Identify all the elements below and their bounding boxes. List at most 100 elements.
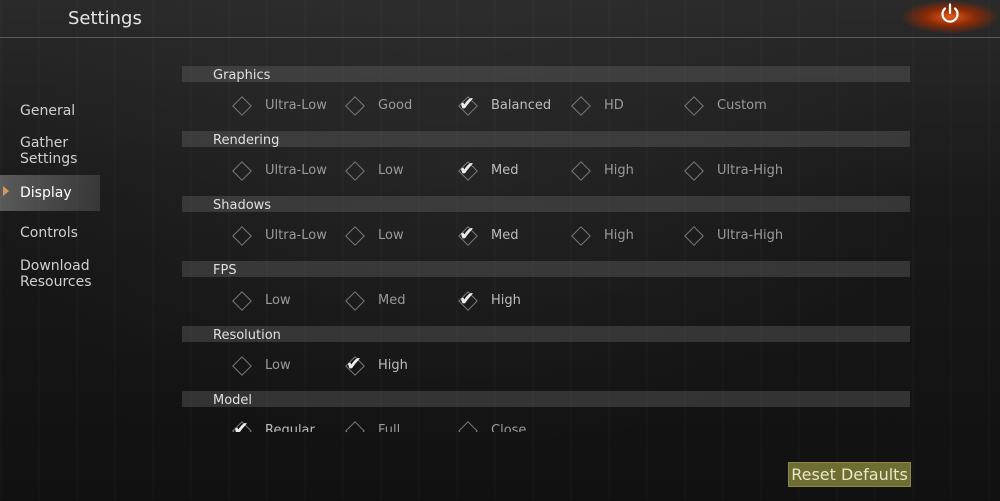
section-resolution: Resolution Low ✔ High [182,326,910,391]
reset-defaults-button[interactable]: Reset Defaults [788,462,911,487]
section-model: Model ✔ Regular Full Close [182,391,910,432]
section-header: Model [182,391,910,408]
diamond-radio-icon [232,226,252,246]
sidebar-item-display[interactable]: Display [0,175,100,211]
checkmark-icon: ✔ [459,223,475,245]
diamond-radio-icon [232,161,252,181]
option-ultra-high[interactable]: Ultra-High [684,161,790,182]
option-high[interactable]: High [571,161,677,182]
diamond-radio-icon [458,421,478,432]
diamond-radio-icon [232,96,252,116]
section-title: Model [213,393,253,408]
settings-panel: Graphics Ultra-Low Good ✔ Balanced HD Custom Re… [182,66,910,432]
option-label: High [378,358,408,373]
option-custom[interactable]: Custom [684,96,790,117]
option-high[interactable]: ✔ High [345,353,451,377]
option-label: Close [491,423,527,432]
option-ultra-low[interactable]: Ultra-Low [232,226,338,247]
section-header: FPS [182,261,910,278]
diamond-radio-icon [571,96,591,116]
option-regular[interactable]: ✔ Regular [232,418,338,432]
sidebar-item-download-resources[interactable]: Download Resources [0,258,100,290]
sidebar-item-label-text: Download Resources [20,258,92,290]
sidebar-item-label: General [20,103,76,119]
option-label: Ultra-High [717,163,784,178]
sidebar-item-controls[interactable]: Controls [0,225,100,241]
power-icon [941,3,959,23]
section-header: Resolution [182,326,910,343]
option-ultra-low[interactable]: Ultra-Low [232,96,338,117]
option-low[interactable]: Low [345,161,451,182]
option-label: HD [604,98,624,113]
section-title: Resolution [213,328,281,343]
option-balanced[interactable]: ✔ Balanced [458,93,564,117]
option-low[interactable]: Low [232,291,338,312]
option-label: Good [378,98,413,113]
checkmark-icon: ✔ [459,158,475,180]
section-header: Graphics [182,66,910,83]
section-title: Graphics [213,68,271,83]
option-label: Ultra-Low [265,98,327,113]
option-ultra-low[interactable]: Ultra-Low [232,161,338,182]
option-low[interactable]: Low [345,226,451,247]
diamond-radio-icon [684,161,704,181]
section-graphics: Graphics Ultra-Low Good ✔ Balanced HD Custom [182,66,910,131]
section-title: Shadows [213,198,272,213]
option-label: Full [378,423,401,432]
option-label: High [604,228,634,243]
sidebar-item-label: Gather Settings [20,135,77,167]
option-label: Low [265,358,291,373]
option-label: Med [491,228,519,243]
option-med[interactable]: ✔ Med [458,158,564,182]
checkmark-icon: ✔ [233,418,249,432]
option-high[interactable]: ✔ High [458,288,564,312]
option-label: Ultra-Low [265,228,327,243]
diamond-radio-icon [345,226,365,246]
diamond-radio-icon [345,161,365,181]
section-fps: FPS Low Med ✔ High [182,261,910,326]
option-label: Low [378,228,404,243]
option-hd[interactable]: HD [571,96,677,117]
option-label: Balanced [491,98,552,113]
sidebar-item-gather-settings[interactable]: Gather Settings [0,135,100,167]
section-header: Rendering [182,131,910,148]
option-label: Low [265,293,291,308]
diamond-radio-icon [684,96,704,116]
header-bar: Settings [0,0,1000,38]
section-header: Shadows [182,196,910,213]
page-title: Settings [68,8,142,29]
diamond-radio-icon [684,226,704,246]
option-label: Ultra-High [717,228,784,243]
active-arrow-icon [3,186,9,196]
option-low[interactable]: Low [232,356,338,377]
sidebar-item-general[interactable]: General [0,103,100,119]
diamond-radio-icon [345,96,365,116]
option-high[interactable]: High [571,226,677,247]
option-label: Med [491,163,519,178]
diamond-radio-icon [345,421,365,432]
option-label: Med [378,293,406,308]
section-title: Rendering [213,133,280,148]
diamond-radio-icon [232,356,252,376]
option-good[interactable]: Good [345,96,451,117]
option-close[interactable]: Close [458,421,564,432]
diamond-radio-icon [345,291,365,311]
option-ultra-high[interactable]: Ultra-High [684,226,790,247]
checkmark-icon: ✔ [346,353,362,375]
checkmark-icon: ✔ [459,93,475,115]
option-label: High [491,293,521,308]
sidebar-item-label: Controls [20,225,78,241]
section-shadows: Shadows Ultra-Low Low ✔ Med High Ultra-High [182,196,910,261]
option-label: Regular [265,423,315,432]
checkmark-icon: ✔ [459,288,475,310]
section-title: FPS [213,263,237,278]
option-med[interactable]: ✔ Med [458,223,564,247]
diamond-radio-icon [571,161,591,181]
option-label: High [604,163,634,178]
power-button[interactable] [900,0,1000,34]
option-label: Ultra-Low [265,163,327,178]
diamond-radio-icon [232,291,252,311]
option-full[interactable]: Full [345,421,451,432]
sidebar-item-label: Display [20,185,72,201]
option-med[interactable]: Med [345,291,451,312]
